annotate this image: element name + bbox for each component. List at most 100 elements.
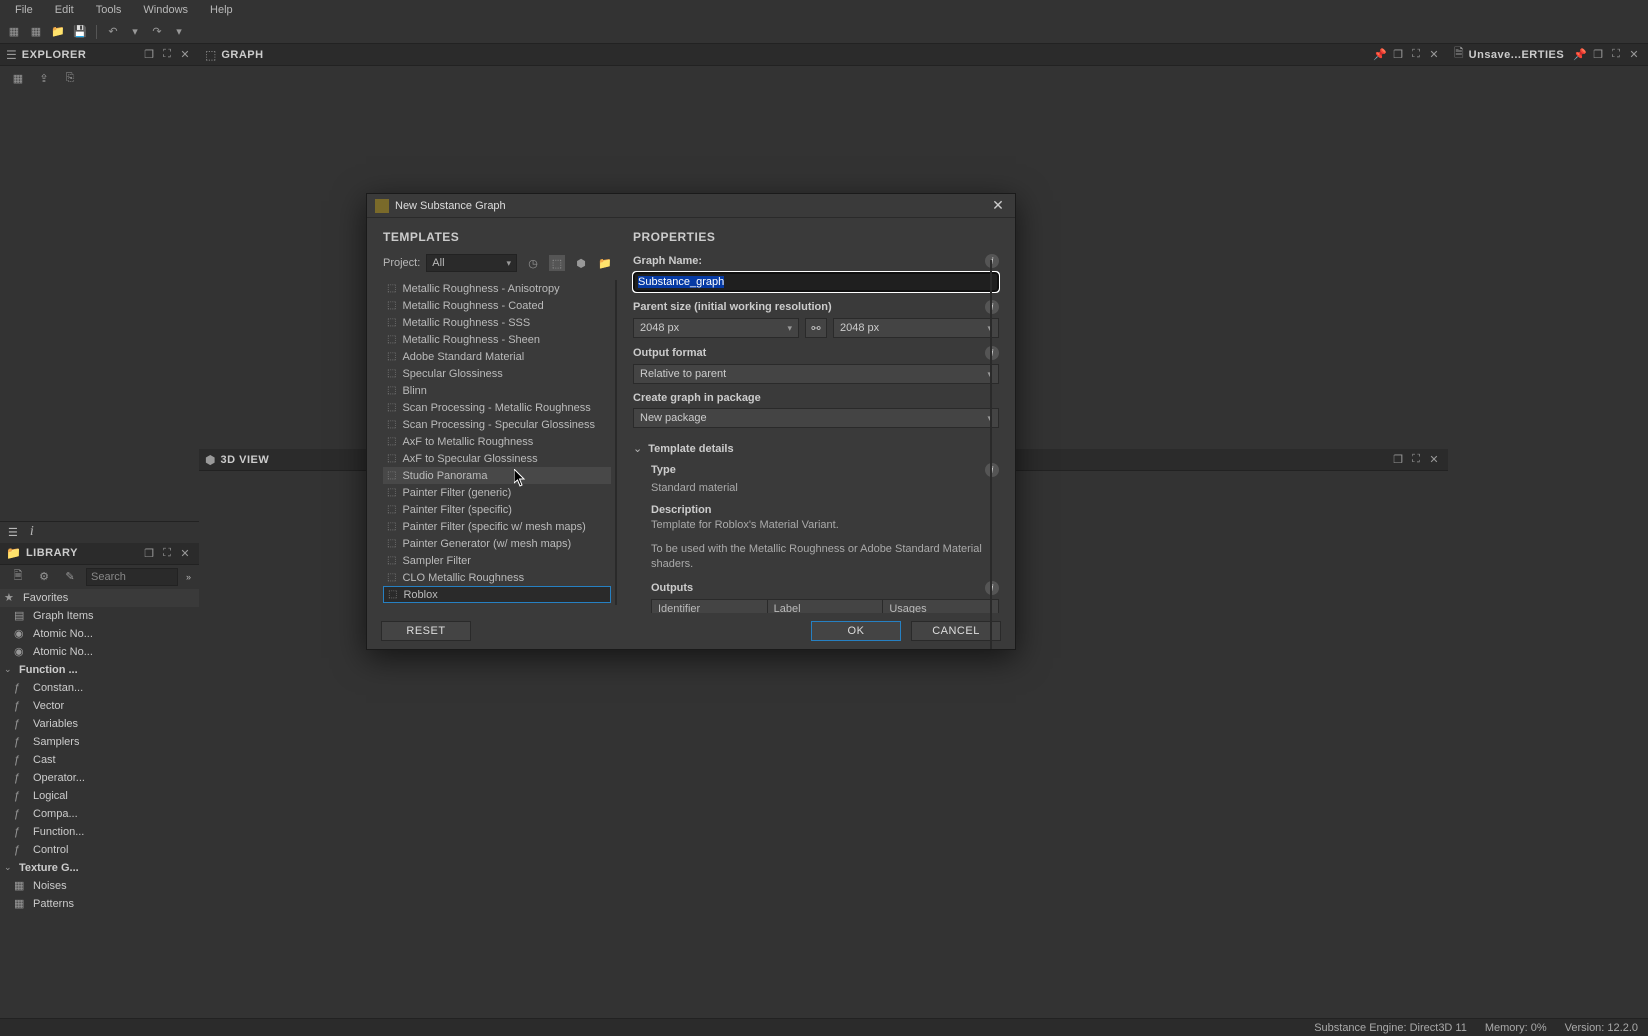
redo-icon[interactable]: ↷: [148, 23, 166, 41]
panel-max-icon[interactable]: ⛶: [1408, 452, 1424, 468]
menu-file[interactable]: File: [5, 2, 43, 18]
template-item[interactable]: ⬚Metallic Roughness - SSS: [383, 314, 611, 331]
output-format-dropdown[interactable]: Relative to parent: [633, 364, 999, 384]
info-icon[interactable]: i: [985, 300, 999, 314]
template-item[interactable]: ⬚AxF to Metallic Roughness: [383, 433, 611, 450]
tree-item[interactable]: ▤Graph Items: [0, 607, 199, 625]
close-icon[interactable]: ✕: [989, 197, 1007, 214]
tree-item[interactable]: ◉Atomic No...: [0, 625, 199, 643]
height-dropdown[interactable]: 2048 px: [833, 318, 999, 338]
pin-icon[interactable]: 📌: [1372, 47, 1388, 63]
template-item[interactable]: ⬚Painter Generator (w/ mesh maps): [383, 535, 611, 552]
create-in-dropdown[interactable]: New package: [633, 408, 999, 428]
new-icon[interactable]: ▦: [5, 23, 23, 41]
link-icon[interactable]: ⎘: [62, 70, 78, 86]
templates-list[interactable]: ⬚Metallic Roughness - Anisotropy⬚Metalli…: [383, 280, 617, 605]
panel-max-icon[interactable]: ⛶: [159, 47, 175, 63]
menu-windows[interactable]: Windows: [133, 2, 198, 18]
panel-restore-icon[interactable]: ❐: [1390, 47, 1406, 63]
close-icon[interactable]: ✕: [177, 545, 193, 561]
pin-icon[interactable]: 📌: [1572, 47, 1588, 63]
panel-restore-icon[interactable]: ❐: [1590, 47, 1606, 63]
template-item[interactable]: ⬚AxF to Specular Glossiness: [383, 450, 611, 467]
template-details-toggle[interactable]: ⌄ Template details: [633, 442, 999, 455]
tree-item[interactable]: ƒVariables: [0, 715, 199, 733]
panel-max-icon[interactable]: ⛶: [1408, 47, 1424, 63]
tree-item[interactable]: ƒFunction...: [0, 823, 199, 841]
template-item[interactable]: ⬚Painter Filter (specific): [383, 501, 611, 518]
template-item[interactable]: ⬚Metallic Roughness - Coated: [383, 297, 611, 314]
tree-function-nodes[interactable]: ⌄Function ...: [0, 661, 199, 679]
tree-item[interactable]: ƒControl: [0, 841, 199, 859]
close-icon[interactable]: ✕: [177, 47, 193, 63]
new-pkg-icon[interactable]: ▦: [10, 70, 26, 86]
template-item[interactable]: ⬚Sampler Filter: [383, 552, 611, 569]
brush-icon[interactable]: ✎: [62, 569, 78, 585]
tree-item[interactable]: ƒOperator...: [0, 769, 199, 787]
info-icon[interactable]: i: [985, 581, 999, 595]
panel-restore-icon[interactable]: ❐: [141, 47, 157, 63]
tree-icon[interactable]: ☰: [8, 526, 18, 539]
info-icon[interactable]: i: [985, 254, 999, 268]
file-icon[interactable]: 🗎: [10, 569, 26, 585]
tree-item[interactable]: ƒConstan...: [0, 679, 199, 697]
template-item[interactable]: ⬚Scan Processing - Metallic Roughness: [383, 399, 611, 416]
template-item[interactable]: ⬚Metallic Roughness - Sheen: [383, 331, 611, 348]
close-icon[interactable]: ✕: [1426, 47, 1442, 63]
filter-icon[interactable]: ⚙: [36, 569, 52, 585]
import-icon[interactable]: ⇪: [36, 70, 52, 86]
template-item[interactable]: ⬚Painter Filter (generic): [383, 484, 611, 501]
template-item[interactable]: ⬚Metallic Roughness - Anisotropy: [383, 280, 611, 297]
undo-dd-icon[interactable]: ▾: [126, 23, 144, 41]
cube-icon[interactable]: ⬢: [573, 255, 589, 271]
open-icon[interactable]: 📁: [49, 23, 67, 41]
tree-item[interactable]: ƒCompa...: [0, 805, 199, 823]
menu-edit[interactable]: Edit: [45, 2, 84, 18]
ok-button[interactable]: OK: [811, 621, 901, 641]
menu-help[interactable]: Help: [200, 2, 243, 18]
panel-max-icon[interactable]: ⛶: [1608, 47, 1624, 63]
panel-restore-icon[interactable]: ❐: [141, 545, 157, 561]
link-icon[interactable]: ⚯: [805, 318, 827, 338]
redo-dd-icon[interactable]: ▾: [170, 23, 188, 41]
template-item[interactable]: ⬚CLO Metallic Roughness: [383, 569, 611, 586]
graph-name-input[interactable]: [633, 272, 999, 292]
undo-icon[interactable]: ↶: [104, 23, 122, 41]
info-icon[interactable]: i: [985, 463, 999, 477]
close-icon[interactable]: ✕: [1626, 47, 1642, 63]
template-item[interactable]: ⬚Scan Processing - Specular Glossiness: [383, 416, 611, 433]
tree-item[interactable]: ▦Noises: [0, 877, 199, 895]
dialog-titlebar[interactable]: New Substance Graph ✕: [367, 194, 1015, 218]
reset-button[interactable]: RESET: [381, 621, 471, 641]
panel-max-icon[interactable]: ⛶: [159, 545, 175, 561]
save-icon[interactable]: 💾: [71, 23, 89, 41]
menu-tools[interactable]: Tools: [86, 2, 132, 18]
panel-restore-icon[interactable]: ❐: [1390, 452, 1406, 468]
tree-item[interactable]: ◉Atomic No...: [0, 643, 199, 661]
width-dropdown[interactable]: 2048 px: [633, 318, 799, 338]
search-input[interactable]: Search: [86, 568, 178, 586]
tree-item[interactable]: ƒLogical: [0, 787, 199, 805]
recent-icon[interactable]: ◷: [525, 255, 541, 271]
tree-favorites[interactable]: ★ Favorites: [0, 589, 199, 607]
template-item[interactable]: ⬚Blinn: [383, 382, 611, 399]
tree-item[interactable]: ▦Patterns: [0, 895, 199, 913]
project-dropdown[interactable]: All: [426, 254, 517, 272]
close-icon[interactable]: ✕: [1426, 452, 1442, 468]
new-linked-icon[interactable]: ▦: [27, 23, 45, 41]
tree-item[interactable]: ƒCast: [0, 751, 199, 769]
info-icon[interactable]: i: [985, 346, 999, 360]
folder-icon[interactable]: 📁: [597, 255, 613, 271]
nodes-icon[interactable]: ⬚: [549, 255, 565, 271]
cancel-button[interactable]: CANCEL: [911, 621, 1001, 641]
template-item[interactable]: ⬚Painter Filter (specific w/ mesh maps): [383, 518, 611, 535]
search-go-icon[interactable]: »: [186, 572, 191, 582]
template-item[interactable]: ⬚Specular Glossiness: [383, 365, 611, 382]
info-icon[interactable]: i: [30, 524, 34, 540]
tree-texture-gen[interactable]: ⌄Texture G...: [0, 859, 199, 877]
tree-item[interactable]: ƒSamplers: [0, 733, 199, 751]
template-item[interactable]: ⬚Studio Panorama: [383, 467, 611, 484]
template-item[interactable]: ⬚Roblox: [383, 586, 611, 603]
tree-item[interactable]: ƒVector: [0, 697, 199, 715]
template-item[interactable]: ⬚Adobe Standard Material: [383, 348, 611, 365]
